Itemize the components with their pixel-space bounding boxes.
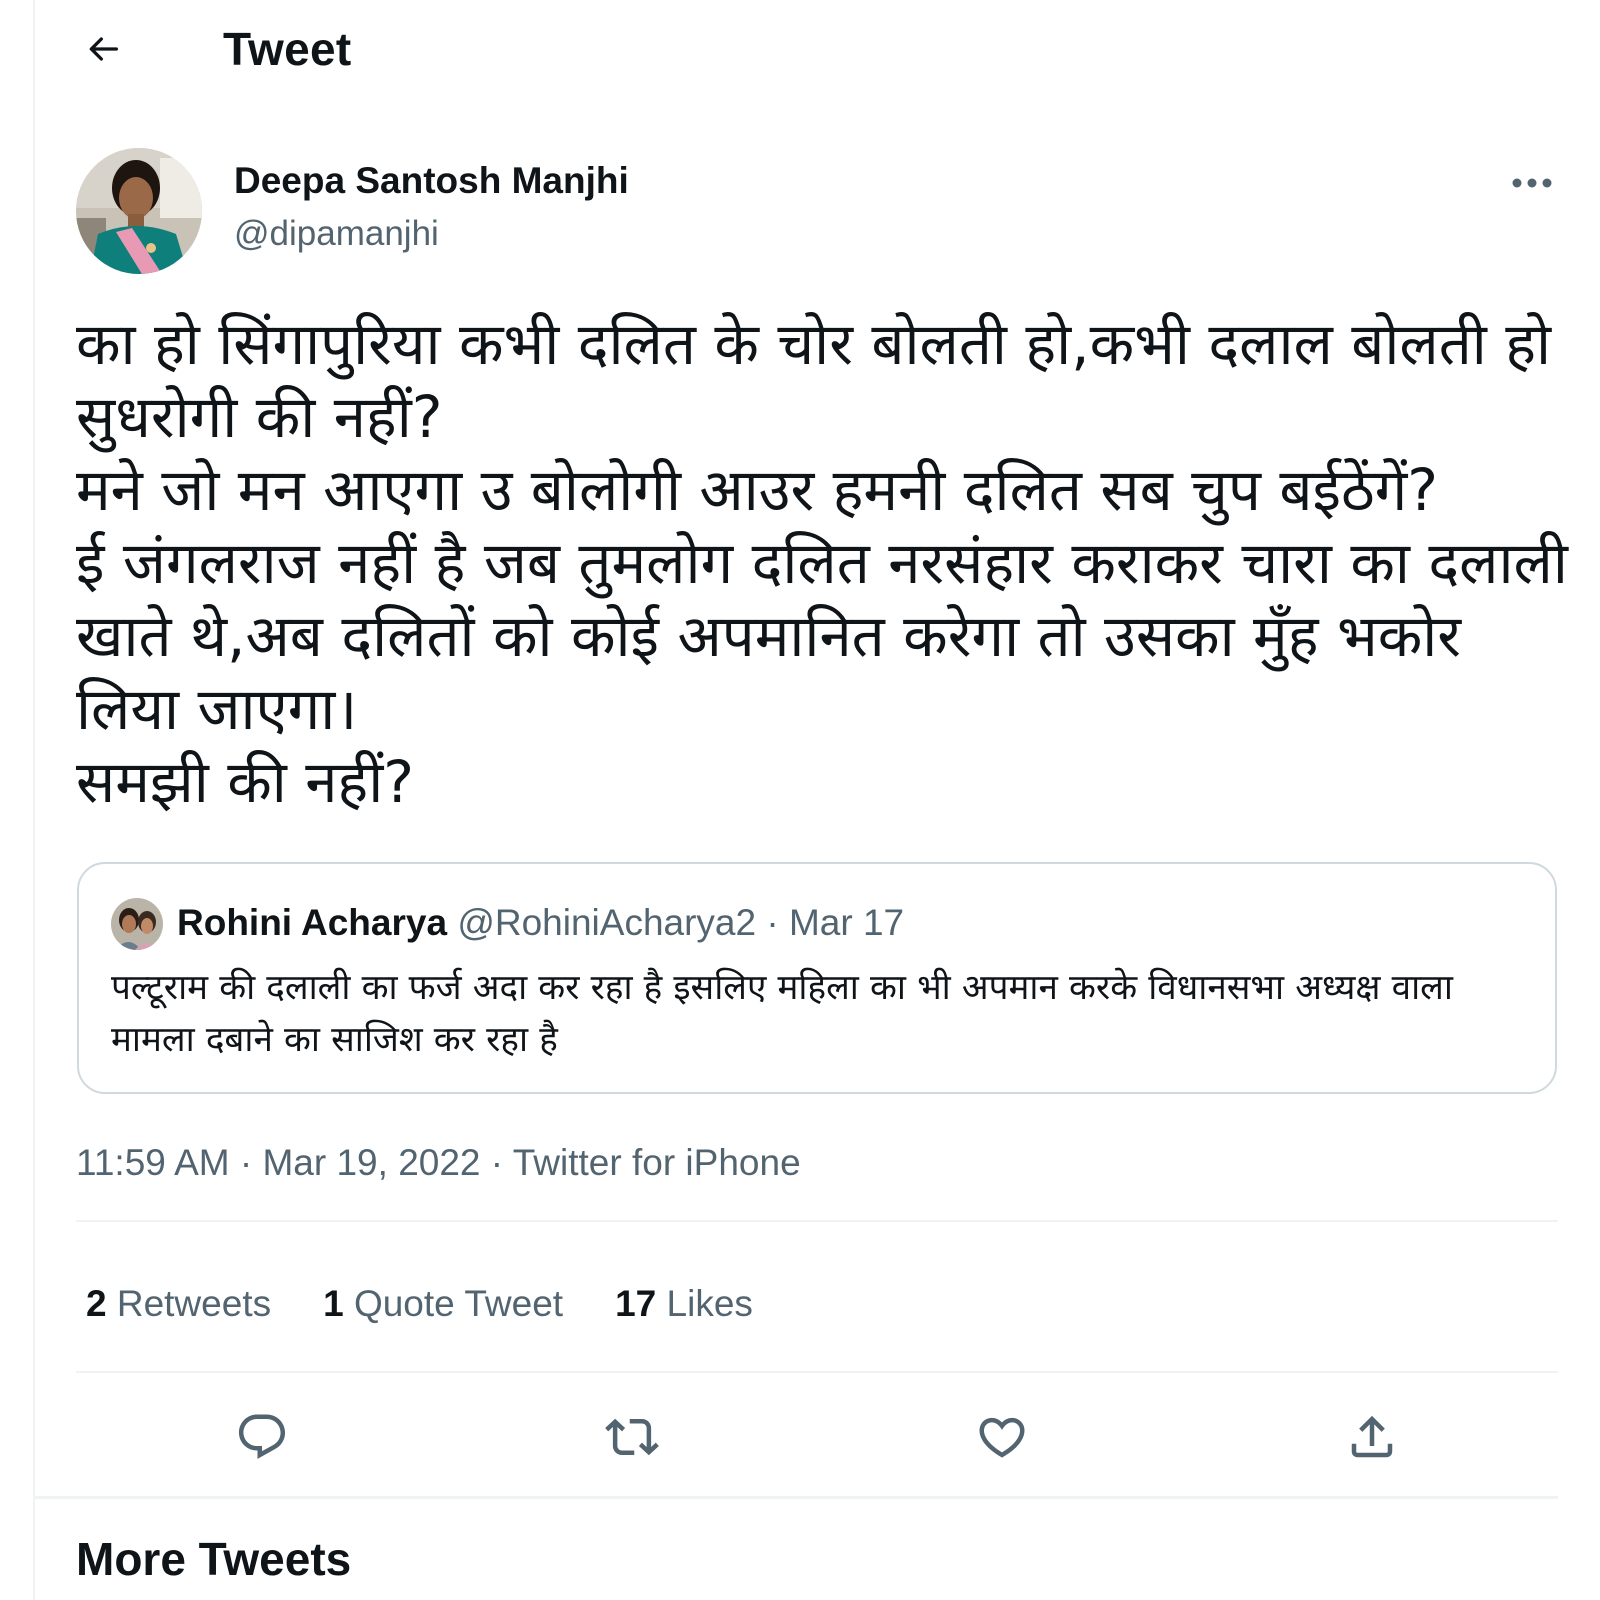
quoted-author-name: Rohini Acharya xyxy=(177,902,448,943)
tweet-time[interactable]: 11:59 AM xyxy=(76,1142,230,1183)
tweet-text: का हो सिंगापुरिया कभी दलित के चोर बोलती … xyxy=(76,310,1568,816)
quote-tweets-count: 1 xyxy=(323,1283,344,1324)
meta-separator: · xyxy=(229,1142,263,1183)
share-button[interactable] xyxy=(1340,1405,1404,1469)
back-button[interactable] xyxy=(78,24,128,74)
heart-icon xyxy=(979,1417,1025,1458)
column-border xyxy=(33,0,35,1600)
retweet-button[interactable] xyxy=(600,1405,664,1469)
reply-button[interactable] xyxy=(230,1405,294,1469)
quote-tweets-label: Quote Tweet xyxy=(353,1283,564,1324)
more-tweets-heading: More Tweets xyxy=(76,1533,352,1585)
quoted-author-meta: @RohiniAcharya2 · Mar 17 xyxy=(457,902,905,943)
ellipsis-icon xyxy=(1512,178,1552,188)
likes-label: Likes xyxy=(666,1283,753,1324)
author-name[interactable]: Deepa Santosh Manjhi xyxy=(234,160,629,202)
quoted-tweet-card[interactable]: Rohini Acharya @RohiniAcharya2 · Mar 17 … xyxy=(77,862,1557,1094)
retweets-label: Retweets xyxy=(116,1283,272,1324)
share-icon xyxy=(1351,1415,1393,1458)
quoted-author-avatar xyxy=(111,898,163,950)
avatar-photo xyxy=(76,148,202,274)
quoted-tweet-text: पल्टूराम की दलाली का फर्ज अदा कर रहा है … xyxy=(111,968,1453,1060)
tweet-date[interactable]: Mar 19, 2022 xyxy=(262,1142,480,1183)
divider xyxy=(76,1220,1558,1222)
author-avatar[interactable] xyxy=(76,148,202,274)
retweets-count: 2 xyxy=(86,1283,107,1324)
engagement-stats: 2 Retweets 1 Quote Tweet 17 Likes xyxy=(86,1283,805,1325)
divider xyxy=(76,1371,1558,1373)
like-button[interactable] xyxy=(970,1405,1034,1469)
tweet-source[interactable]: Twitter for iPhone xyxy=(513,1142,801,1183)
author-handle[interactable]: @dipamanjhi xyxy=(234,214,439,254)
header: Tweet xyxy=(0,0,1600,100)
page-title: Tweet xyxy=(223,23,352,75)
section-divider xyxy=(35,1496,1558,1499)
quote-tweets-stat[interactable]: 1 Quote Tweet xyxy=(323,1283,563,1325)
retweets-stat[interactable]: 2 Retweets xyxy=(86,1283,271,1325)
meta-separator: · xyxy=(480,1142,513,1183)
quoted-avatar-photo xyxy=(111,898,163,950)
likes-count: 17 xyxy=(615,1283,657,1324)
more-options-button[interactable] xyxy=(1504,168,1560,198)
tweet-metadata: 11:59 AM · Mar 19, 2022 · Twitter for iP… xyxy=(76,1142,801,1184)
arrow-left-icon xyxy=(89,37,118,61)
likes-stat[interactable]: 17 Likes xyxy=(615,1283,753,1325)
quoted-tweet-header: Rohini Acharya @RohiniAcharya2 · Mar 17 xyxy=(177,902,904,944)
reply-icon xyxy=(238,1414,286,1459)
retweet-icon xyxy=(605,1418,659,1456)
